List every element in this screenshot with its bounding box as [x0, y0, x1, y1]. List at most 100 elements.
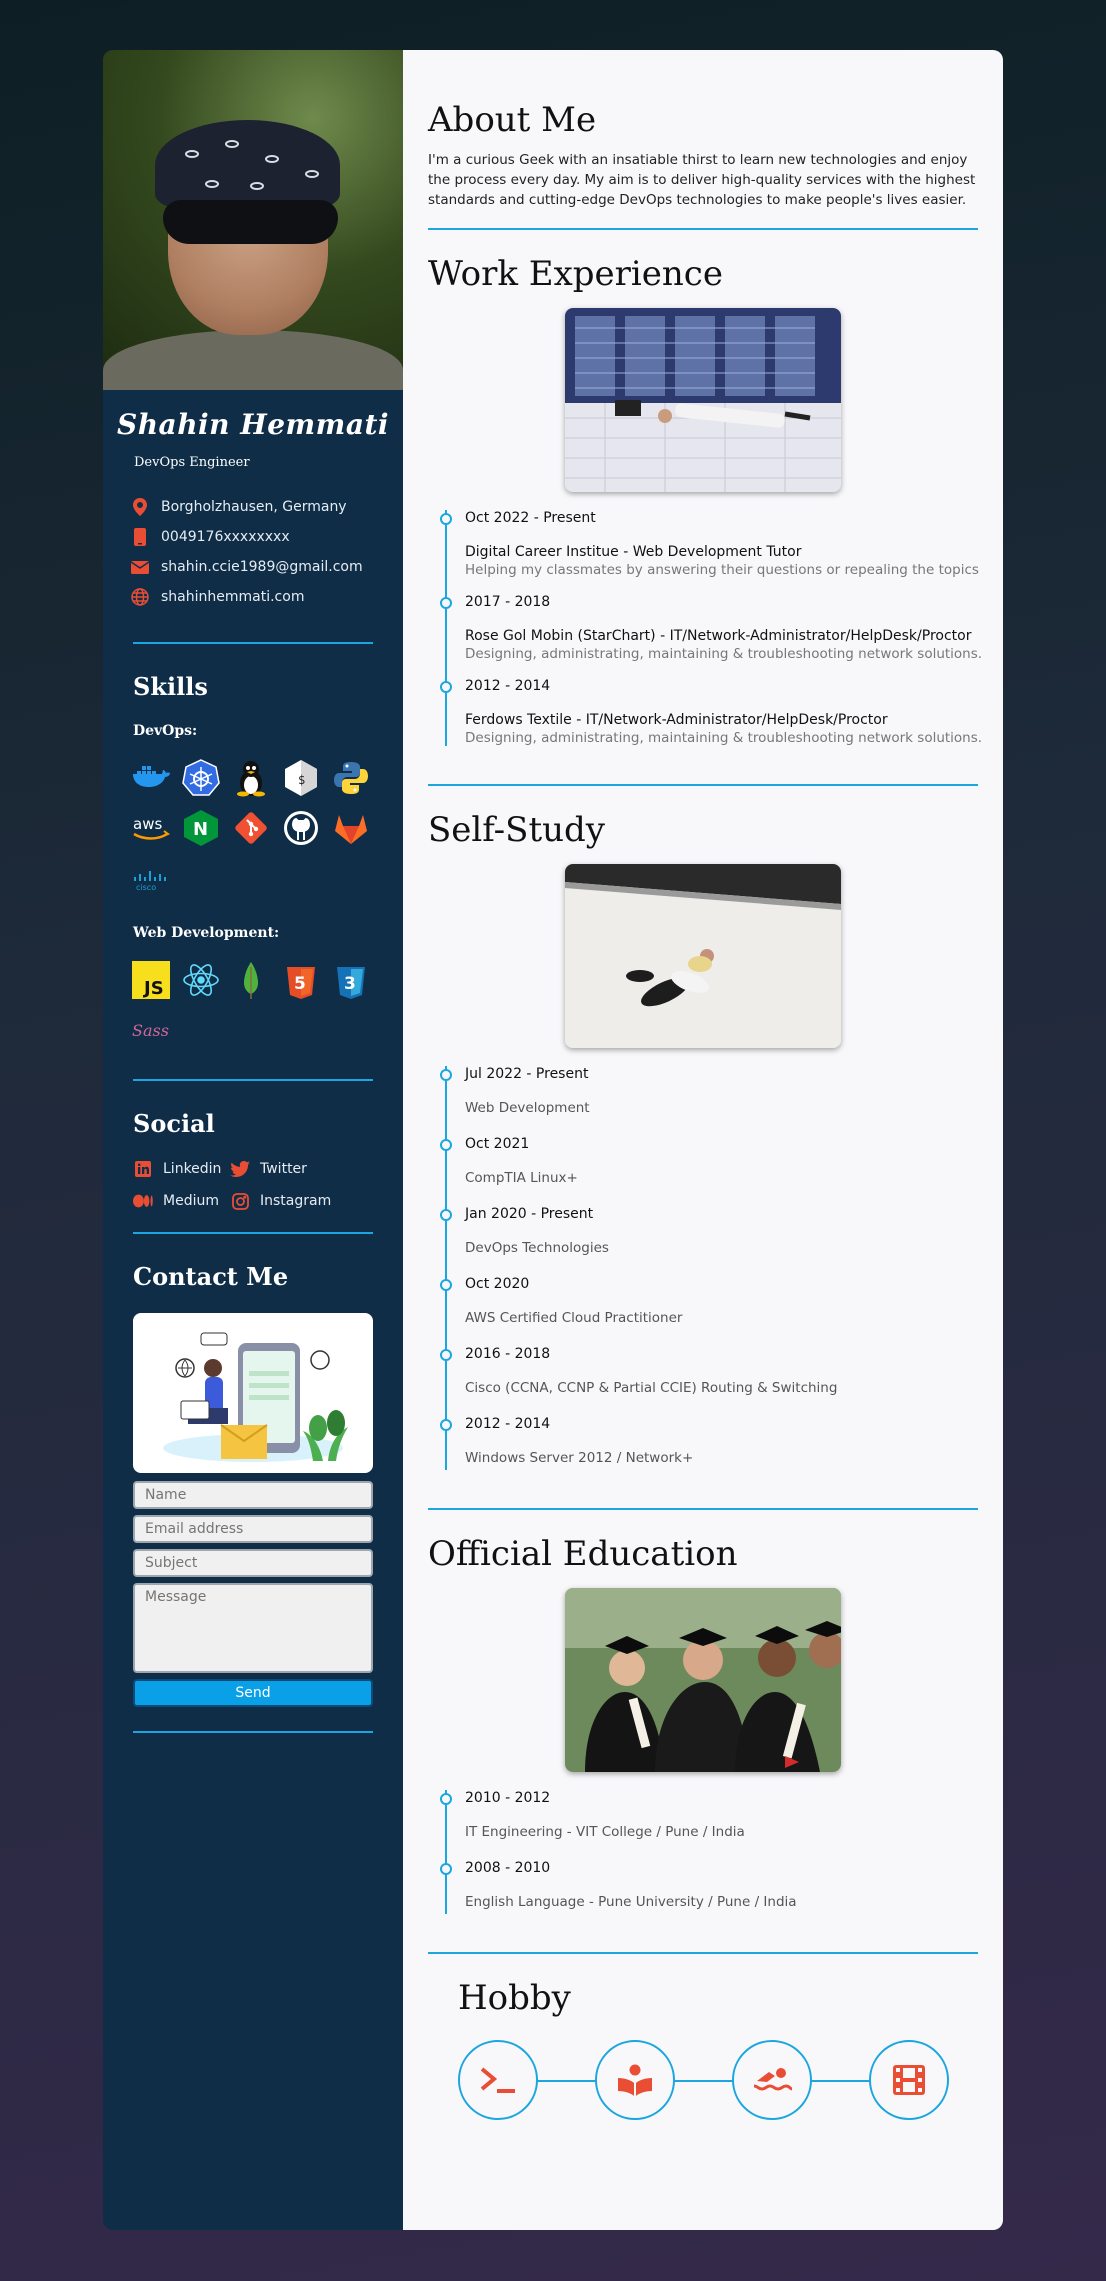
twitter-label: Twitter — [260, 1161, 307, 1177]
svg-text:N: N — [193, 819, 208, 840]
timeline-desc: Designing, administrating, maintaining &… — [465, 730, 983, 746]
sidebar-divider — [133, 1232, 373, 1234]
timeline-item: Oct 2022 - Present Digital Career Instit… — [440, 510, 1003, 578]
svg-text:JS: JS — [142, 978, 164, 999]
self-study-image — [565, 864, 841, 1048]
timeline-dot — [440, 1793, 452, 1805]
timeline-title: Rose Gol Mobin (StarChart) - IT/Network-… — [465, 628, 972, 644]
svg-text:cisco: cisco — [136, 883, 156, 892]
section-divider — [428, 228, 978, 230]
name-input[interactable] — [133, 1481, 373, 1509]
timeline-item: 2017 - 2018 Rose Gol Mobin (StarChart) -… — [440, 594, 1003, 662]
about-text: I'm a curious Geek with an insatiable th… — [428, 152, 976, 208]
linkedin-icon — [133, 1160, 153, 1178]
education-timeline: 2010 - 2012 IT Engineering - VIT College … — [440, 1790, 1003, 1914]
timeline-dot — [440, 513, 452, 525]
timeline-date: 2010 - 2012 — [465, 1790, 551, 1806]
social-heading: Social — [133, 1109, 215, 1138]
javascript-icon: JS — [131, 961, 171, 999]
timeline-date: Oct 2021 — [465, 1136, 530, 1152]
self-study-heading: Self-Study — [428, 810, 605, 850]
swimming-icon — [732, 2040, 812, 2120]
section-divider — [428, 1952, 978, 1954]
timeline-text: English Language - Pune University / Pun… — [465, 1894, 797, 1910]
email-link[interactable]: shahin.ccie1989@gmail.com — [161, 559, 363, 575]
timeline-text: AWS Certified Cloud Practitioner — [465, 1310, 683, 1326]
svg-text:3: 3 — [344, 974, 356, 994]
svg-text:aws: aws — [133, 815, 162, 833]
website-row: shahinhemmati.com — [131, 582, 403, 612]
contact-heading: Contact Me — [133, 1262, 289, 1291]
timeline-item: 2016 - 2018 Cisco (CCNA, CCNP & Partial C… — [440, 1346, 1003, 1400]
profile-name: Shahin Hemmati — [116, 408, 390, 441]
location-text: Borgholzhausen, Germany — [161, 499, 347, 515]
sidebar-divider — [133, 1731, 373, 1733]
phone-icon — [131, 528, 149, 546]
website-link[interactable]: shahinhemmati.com — [161, 589, 304, 605]
section-divider — [428, 1508, 978, 1510]
gitlab-icon — [331, 809, 371, 847]
timeline-dot — [440, 1069, 452, 1081]
timeline-dot — [440, 681, 452, 693]
hobby-connector — [498, 2080, 918, 2082]
timeline-text: CompTIA Linux+ — [465, 1170, 578, 1186]
svg-text:$: $ — [298, 773, 305, 787]
timeline-title: Digital Career Institue - Web Developmen… — [465, 544, 802, 560]
timeline-item: Oct 2021 CompTIA Linux+ — [440, 1136, 1003, 1190]
timeline-desc: Designing, administrating, maintaining &… — [465, 646, 983, 662]
timeline-item: 2008 - 2010 English Language - Pune Unive… — [440, 1860, 1003, 1914]
timeline-text: IT Engineering - VIT College / Pune / In… — [465, 1824, 745, 1840]
email-input[interactable] — [133, 1515, 373, 1543]
instagram-link[interactable]: Instagram — [230, 1192, 350, 1210]
web-development-label: Web Development: — [133, 925, 280, 941]
timeline-date: 2012 - 2014 — [465, 1416, 551, 1432]
contact-info-list: Borgholzhausen, Germany 0049176xxxxxxxx … — [131, 492, 403, 612]
twitter-link[interactable]: Twitter — [230, 1160, 350, 1178]
svg-text:Sass: Sass — [132, 1021, 169, 1040]
timeline-item: Jan 2020 - Present DevOps Technologies — [440, 1206, 1003, 1260]
linux-icon — [231, 759, 271, 797]
hobby-icons — [458, 2040, 958, 2120]
devops-icons: $ aws N cisco — [131, 759, 381, 897]
web-icons: JS 5 3 Sass — [131, 961, 381, 1049]
education-heading: Official Education — [428, 1534, 738, 1574]
phone-text: 0049176xxxxxxxx — [161, 529, 290, 545]
medium-label: Medium — [163, 1193, 219, 1209]
timeline-text: Windows Server 2012 / Network+ — [465, 1450, 694, 1466]
main-content: About Me I'm a curious Geek with an insa… — [403, 50, 1003, 2230]
linkedin-label: Linkedin — [163, 1161, 222, 1177]
message-textarea[interactable] — [133, 1583, 373, 1673]
timeline-dot — [440, 1863, 452, 1875]
docker-icon — [131, 759, 171, 797]
timeline-item: Oct 2020 AWS Certified Cloud Practitioner — [440, 1276, 1003, 1330]
map-pin-icon — [131, 498, 149, 516]
medium-link[interactable]: Medium — [133, 1192, 230, 1210]
timeline-text: Web Development — [465, 1100, 590, 1116]
about-heading: About Me — [428, 100, 597, 140]
location-row: Borgholzhausen, Germany — [131, 492, 403, 522]
git-icon — [231, 809, 271, 847]
sidebar-divider — [133, 1079, 373, 1081]
svg-text:5: 5 — [294, 974, 306, 994]
profile-role: DevOps Engineer — [134, 455, 250, 470]
timeline-desc: Helping my classmates by answering their… — [465, 562, 979, 578]
timeline-title: Ferdows Textile - IT/Network-Administrat… — [465, 712, 888, 728]
work-timeline: Oct 2022 - Present Digital Career Instit… — [440, 510, 1003, 746]
linkedin-link[interactable]: Linkedin — [133, 1160, 230, 1178]
timeline-item: 2010 - 2012 IT Engineering - VIT College … — [440, 1790, 1003, 1844]
timeline-dot — [440, 1349, 452, 1361]
film-icon — [869, 2040, 949, 2120]
subject-input[interactable] — [133, 1549, 373, 1577]
work-image — [565, 308, 841, 492]
social-links: Linkedin Twitter Medium Instagram — [133, 1160, 403, 1210]
timeline-date: 2008 - 2010 — [465, 1860, 551, 1876]
timeline-dot — [440, 1139, 452, 1151]
send-button[interactable]: Send — [133, 1679, 373, 1707]
bash-icon: $ — [281, 759, 321, 797]
work-heading: Work Experience — [428, 254, 723, 294]
twitter-icon — [230, 1160, 250, 1178]
timeline-date: 2016 - 2018 — [465, 1346, 551, 1362]
github-icon — [281, 809, 321, 847]
kubernetes-icon — [181, 759, 221, 797]
css3-icon: 3 — [331, 961, 371, 999]
